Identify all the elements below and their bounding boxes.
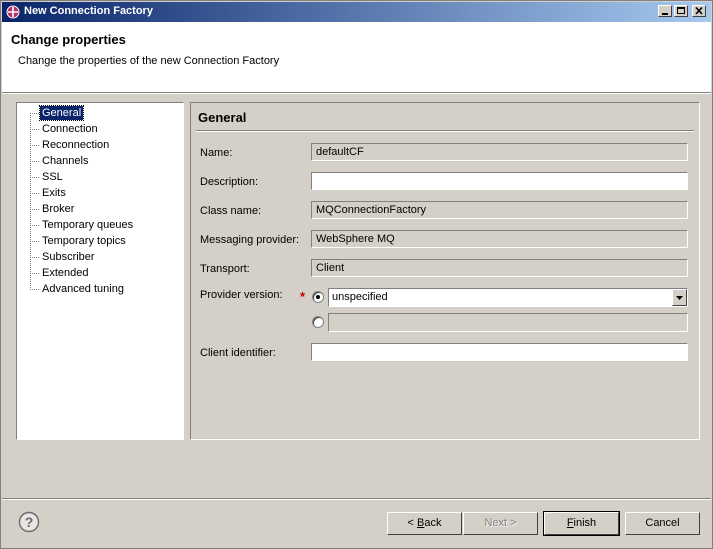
class-name-field: MQConnectionFactory: [311, 201, 688, 219]
transport-label: Transport:: [200, 263, 250, 275]
chevron-down-icon: [676, 296, 683, 300]
dropdown-arrow-button[interactable]: [672, 289, 687, 306]
close-button[interactable]: [692, 5, 706, 17]
footer-separator: [2, 498, 711, 500]
tree-connector-line: [30, 113, 31, 290]
tree-connector-line: [30, 161, 39, 162]
provider-version-select[interactable]: unspecified: [328, 288, 688, 307]
tree-item-exits[interactable]: Exits: [40, 186, 68, 200]
required-marker: *: [300, 289, 306, 304]
page-title: Change properties: [11, 32, 126, 47]
tree-connector-line: [30, 289, 39, 290]
tree-connector-line: [30, 193, 39, 194]
dialog-window: New Connection Factory Change properties…: [0, 0, 713, 549]
radio-selected-dot: [316, 295, 320, 299]
header-separator: [2, 92, 711, 94]
tree-item-extended[interactable]: Extended: [40, 266, 90, 280]
tree-connector-line: [30, 129, 39, 130]
tree-item-reconnection[interactable]: Reconnection: [40, 138, 111, 152]
wizard-header: Change properties Change the properties …: [2, 22, 711, 92]
tree-item-temporary-queues[interactable]: Temporary queues: [40, 218, 135, 232]
class-name-label: Class name:: [200, 205, 262, 217]
tree-connector-line: [30, 209, 39, 210]
page-description: Change the properties of the new Connect…: [18, 55, 280, 67]
provider-version-text-radio[interactable]: [312, 316, 324, 328]
svg-text:?: ?: [25, 514, 34, 530]
provider-version-label: Provider version:: [200, 289, 283, 301]
messaging-provider-label: Messaging provider:: [200, 234, 300, 246]
back-button[interactable]: < Back: [387, 512, 462, 535]
tree-connector-line: [30, 241, 39, 242]
tree-item-ssl[interactable]: SSL: [40, 170, 65, 184]
transport-field: Client: [311, 259, 688, 277]
tree-item-subscriber[interactable]: Subscriber: [40, 250, 97, 264]
tree-connector-line: [30, 257, 39, 258]
tree-item-broker[interactable]: Broker: [40, 202, 76, 216]
minimize-button[interactable]: [658, 5, 672, 17]
tree-connector-line: [30, 145, 39, 146]
property-tree[interactable]: General Connection Reconnection Channels SSL…: [16, 102, 184, 440]
name-field: defaultCF: [311, 143, 688, 161]
client-identifier-input[interactable]: [311, 343, 688, 361]
description-label: Description:: [200, 176, 259, 188]
tree-item-general[interactable]: General: [38, 105, 85, 121]
messaging-provider-field: WebSphere MQ: [311, 230, 688, 248]
description-input[interactable]: [311, 172, 688, 190]
provider-version-select-value: unspecified: [332, 291, 388, 303]
help-icon[interactable]: ?: [18, 511, 40, 533]
window-title: New Connection Factory: [24, 5, 153, 17]
tree-item-channels[interactable]: Channels: [40, 154, 90, 168]
tree-item-temporary-topics[interactable]: Temporary topics: [40, 234, 128, 248]
cancel-button[interactable]: Cancel: [625, 512, 700, 535]
name-label: Name:: [200, 147, 233, 159]
tree-item-advanced-tuning[interactable]: Advanced tuning: [40, 282, 126, 296]
client-identifier-label: Client identifier:: [200, 347, 276, 359]
tree-item-connection[interactable]: Connection: [40, 122, 100, 136]
maximize-icon: [677, 7, 685, 14]
app-icon: [6, 5, 20, 19]
panel-title: General: [198, 110, 247, 125]
close-icon: [695, 6, 703, 15]
panel-separator: [196, 130, 694, 132]
tree-connector-line: [30, 177, 39, 178]
tree-connector-line: [30, 113, 39, 114]
tree-connector-line: [30, 273, 39, 274]
general-panel: General Name: defaultCF Description: Cla…: [190, 102, 700, 440]
maximize-button[interactable]: [674, 5, 688, 17]
minimize-icon: [662, 13, 668, 15]
title-bar[interactable]: New Connection Factory: [2, 2, 711, 22]
provider-version-text-field: [328, 313, 688, 332]
tree-connector-line: [30, 225, 39, 226]
provider-version-combo-radio[interactable]: [312, 291, 324, 303]
next-button[interactable]: Next >: [463, 512, 538, 535]
finish-button[interactable]: Finish: [543, 511, 620, 536]
